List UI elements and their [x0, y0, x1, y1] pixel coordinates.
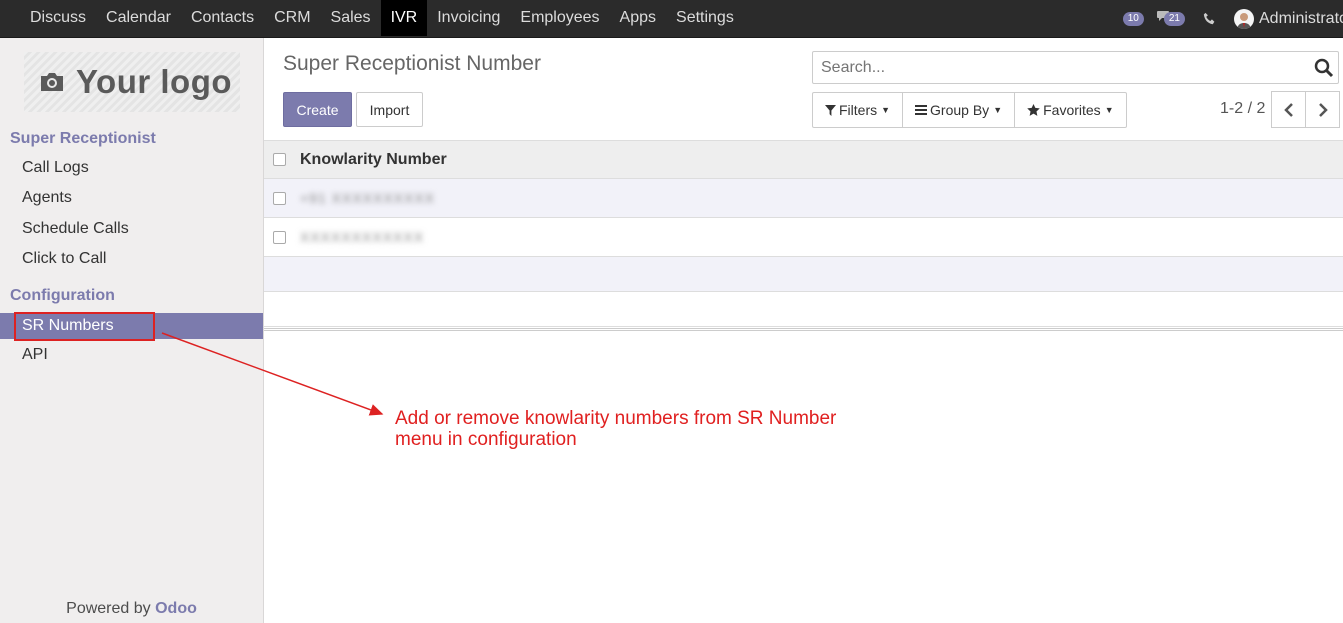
- row-checkbox[interactable]: [273, 191, 286, 205]
- menu-calendar[interactable]: Calendar: [96, 0, 181, 36]
- empty-row: [264, 257, 1343, 292]
- user-avatar[interactable]: [1234, 8, 1254, 29]
- star-icon: [1027, 104, 1040, 116]
- sidebar-item-schedule-calls[interactable]: Schedule Calls: [0, 216, 263, 242]
- empty-row: [264, 292, 1343, 327]
- table-row[interactable]: XXXXXXXXXXXX: [264, 218, 1343, 257]
- message-badge: 21: [1163, 11, 1185, 26]
- section-configuration: Configuration: [10, 287, 115, 304]
- sidebar-item-api[interactable]: API: [0, 342, 263, 368]
- messages-toggle[interactable]: 21: [1156, 10, 1185, 26]
- powered-by-text: Powered by: [66, 600, 151, 617]
- annotation-note-line1: Add or remove knowlarity numbers from SR…: [395, 408, 837, 429]
- favorites-button[interactable]: Favorites ▼: [1015, 93, 1126, 127]
- sidebar-item-click-to-call[interactable]: Click to Call: [0, 246, 263, 272]
- menu-ivr[interactable]: IVR: [380, 0, 428, 36]
- activity-badge[interactable]: 10: [1122, 11, 1144, 26]
- user-name[interactable]: Administrator: [1259, 10, 1343, 28]
- camera-icon: [41, 73, 63, 91]
- annotation-note-line2: menu in configuration: [395, 429, 577, 450]
- list-header: Knowlarity Number: [264, 140, 1343, 179]
- search-bar: [812, 51, 1339, 84]
- powered-by: Powered by Odoo: [0, 600, 263, 618]
- annotation-highlight-box: [14, 312, 155, 341]
- menu-sales[interactable]: Sales: [321, 0, 381, 36]
- phone-icon[interactable]: [1203, 12, 1216, 25]
- pager-value[interactable]: 1-2 / 2: [1220, 100, 1265, 118]
- import-button[interactable]: Import: [356, 92, 423, 127]
- filter-icon: [825, 104, 836, 116]
- app-menu: Discuss Calendar Contacts CRM Sales IVR …: [20, 0, 744, 37]
- menu-crm[interactable]: CRM: [264, 0, 320, 36]
- table-row[interactable]: +91 XXXXXXXXXX: [264, 179, 1343, 218]
- filters-button[interactable]: Filters ▼: [813, 93, 904, 127]
- sidebar-item-call-logs[interactable]: Call Logs: [0, 155, 263, 181]
- menu-discuss[interactable]: Discuss: [20, 0, 96, 36]
- filters-label: Filters: [839, 102, 878, 118]
- chevron-right-icon: [1318, 102, 1328, 117]
- company-logo[interactable]: Your logo: [24, 52, 240, 112]
- pager-next-button[interactable]: [1305, 91, 1340, 128]
- column-knowlarity-number[interactable]: Knowlarity Number: [300, 151, 447, 169]
- pager-previous-button[interactable]: [1271, 91, 1306, 128]
- menu-settings[interactable]: Settings: [666, 0, 744, 36]
- systray: 10 21 Administrator: [1122, 0, 1343, 37]
- create-button[interactable]: Create: [283, 92, 352, 127]
- select-all-checkbox[interactable]: [273, 153, 286, 166]
- menu-invoicing[interactable]: Invoicing: [427, 0, 510, 36]
- top-navbar: Discuss Calendar Contacts CRM Sales IVR …: [0, 0, 1343, 38]
- caret-down-icon: ▼: [993, 105, 1003, 115]
- list-view: Knowlarity Number +91 XXXXXXXXXX XXXXXXX…: [264, 140, 1343, 331]
- page-title: Super Receptionist Number: [283, 52, 541, 75]
- list-icon: [915, 105, 928, 115]
- knowlarity-number-cell: XXXXXXXXXXXX: [300, 229, 425, 245]
- search-options: Filters ▼ Group By ▼ Favorites ▼: [812, 92, 1127, 128]
- group-by-button[interactable]: Group By ▼: [903, 93, 1016, 127]
- chevron-left-icon: [1283, 102, 1293, 117]
- menu-employees[interactable]: Employees: [510, 0, 609, 36]
- favorites-label: Favorites: [1043, 102, 1101, 118]
- caret-down-icon: ▼: [1104, 105, 1114, 115]
- annotation-note: Add or remove knowlarity numbers from SR…: [395, 408, 836, 450]
- menu-contacts[interactable]: Contacts: [181, 0, 264, 36]
- list-footer: [264, 327, 1343, 331]
- search-icon[interactable]: [1314, 58, 1334, 83]
- logo-text: Your logo: [76, 63, 233, 100]
- section-super-receptionist: Super Receptionist: [10, 130, 156, 147]
- row-checkbox[interactable]: [273, 230, 286, 244]
- menu-apps[interactable]: Apps: [610, 0, 666, 36]
- odoo-link[interactable]: Odoo: [155, 600, 197, 617]
- knowlarity-number-cell: +91 XXXXXXXXXX: [300, 190, 436, 206]
- group-by-label: Group By: [930, 102, 990, 118]
- search-input[interactable]: [819, 52, 1303, 84]
- sidebar-item-agents[interactable]: Agents: [0, 185, 263, 211]
- caret-down-icon: ▼: [881, 105, 891, 115]
